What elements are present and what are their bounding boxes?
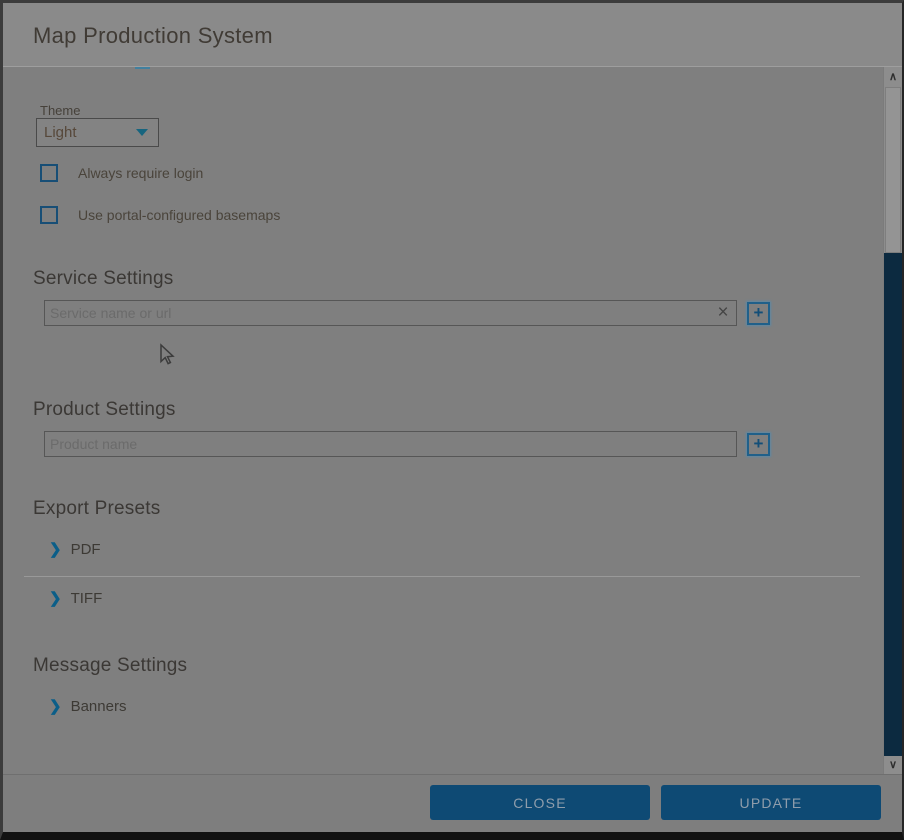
always-require-login-row[interactable]: Always require login (40, 164, 203, 182)
always-require-login-checkbox[interactable] (40, 164, 58, 182)
expander-label: TIFF (71, 590, 103, 607)
export-presets-title: Export Presets (33, 498, 160, 520)
service-name-input[interactable] (44, 300, 737, 326)
map-production-dialog: Map Production System Theme Light Always… (0, 0, 904, 840)
vertical-scrollbar[interactable]: ∧ ∨ (883, 67, 902, 774)
pdf-expander[interactable]: ❯ PDF (49, 540, 101, 558)
theme-label: Theme (40, 103, 80, 118)
add-service-button[interactable]: + (747, 302, 770, 325)
chevron-right-icon: ❯ (49, 540, 62, 558)
dialog-header: Map Production System (3, 3, 902, 67)
chevron-right-icon: ❯ (49, 697, 62, 715)
service-settings-title: Service Settings (33, 268, 174, 290)
scroll-down-icon[interactable]: ∨ (884, 756, 902, 774)
add-product-button[interactable]: + (747, 433, 770, 456)
expander-label: PDF (71, 541, 101, 558)
chevron-down-icon (136, 129, 148, 136)
update-button[interactable]: UPDATE (661, 785, 881, 820)
scroll-up-icon[interactable]: ∧ (884, 68, 902, 86)
scrolled-cutoff-element (135, 67, 150, 69)
message-settings-title: Message Settings (33, 655, 187, 677)
scrollbar-thumb[interactable] (885, 87, 901, 253)
theme-select-value: Light (37, 124, 136, 141)
expander-label: Banners (71, 698, 127, 715)
service-input-row: × + (44, 300, 770, 326)
close-button[interactable]: CLOSE (430, 785, 650, 820)
scrollbar-track-dark[interactable] (884, 253, 903, 756)
dialog-title: Map Production System (3, 3, 902, 49)
checkbox-label: Always require login (78, 165, 203, 181)
portal-basemaps-checkbox[interactable] (40, 206, 58, 224)
product-input-row: + (44, 431, 770, 457)
banners-expander[interactable]: ❯ Banners (49, 697, 126, 715)
chevron-right-icon: ❯ (49, 589, 62, 607)
theme-select[interactable]: Light (36, 118, 159, 147)
divider (24, 576, 860, 577)
product-name-input[interactable] (44, 431, 737, 457)
clear-icon[interactable]: × (712, 302, 734, 324)
checkbox-label: Use portal-configured basemaps (78, 207, 280, 223)
product-settings-title: Product Settings (33, 399, 176, 421)
tiff-expander[interactable]: ❯ TIFF (49, 589, 102, 607)
portal-basemaps-row[interactable]: Use portal-configured basemaps (40, 206, 280, 224)
dialog-scroll-content: Theme Light Always require login Use por… (3, 67, 902, 774)
mouse-cursor-icon (156, 342, 176, 371)
dialog-footer: CLOSE UPDATE (3, 774, 902, 831)
